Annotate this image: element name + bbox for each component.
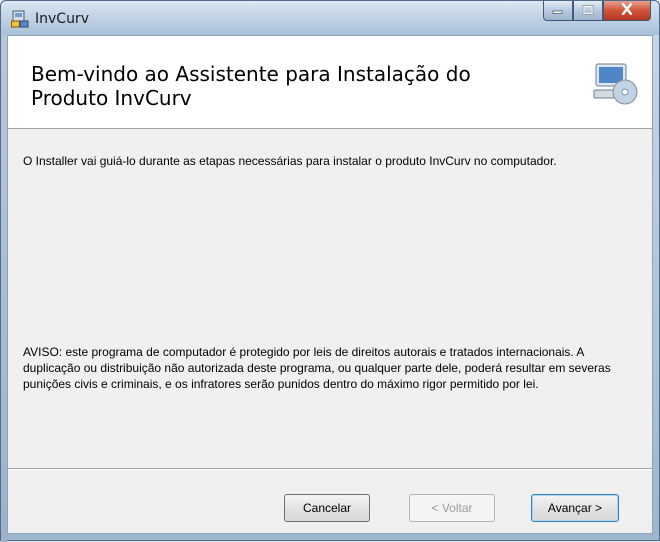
installer-app-icon	[11, 10, 29, 28]
wizard-title: Bem-vindo ao Assistente para Instalação …	[31, 62, 471, 110]
wizard-banner: Bem-vindo ao Assistente para Instalação …	[8, 36, 652, 129]
maximize-icon	[582, 2, 594, 20]
next-button[interactable]: Avançar >	[531, 494, 619, 522]
back-button[interactable]: < Voltar	[409, 494, 495, 522]
cancel-button[interactable]: Cancelar	[284, 494, 370, 522]
close-icon	[620, 2, 634, 20]
window-controls	[543, 1, 651, 23]
window-title: InvCurv	[35, 11, 89, 27]
minimize-button[interactable]	[543, 1, 573, 21]
title-bar[interactable]: InvCurv	[1, 1, 659, 35]
installer-window: InvCurv Bem-vindo ao Assistente para Ins…	[0, 0, 660, 542]
dialog-client-area: Bem-vindo ao Assistente para Instalação …	[7, 35, 653, 534]
computer-disc-icon	[592, 60, 638, 106]
maximize-button[interactable]	[573, 1, 603, 21]
minimize-icon	[552, 2, 564, 20]
copyright-warning: AVISO: este programa de computador é pro…	[23, 345, 611, 391]
footer-divider	[8, 468, 652, 470]
intro-text: O Installer vai guiá-lo durante as etapa…	[23, 154, 557, 168]
close-button[interactable]	[603, 1, 651, 21]
